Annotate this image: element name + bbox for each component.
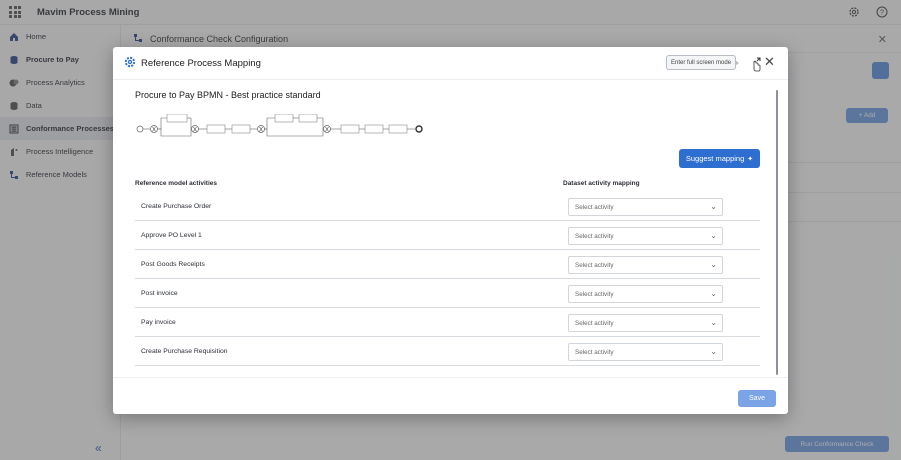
dialog-title: Reference Process Mapping (141, 57, 261, 69)
bpmn-diagram[interactable]: X X X X (135, 114, 435, 144)
chevron-down-icon: ⌄ (710, 231, 717, 240)
table-row: Approve PO Level 1 Select activity ⌄ (135, 221, 760, 250)
svg-text:X: X (152, 128, 156, 134)
svg-text:X: X (259, 128, 263, 134)
table-row: Create Purchase Requisition Select activ… (135, 337, 760, 366)
reference-activity: Create Purchase Order (141, 202, 212, 210)
select-value: Select activity (575, 348, 614, 356)
activity-select[interactable]: Select activity ⌄ (568, 343, 723, 361)
suggest-mapping-button[interactable]: Suggest mapping ✦ (679, 149, 760, 168)
reference-activity: Approve PO Level 1 (141, 231, 202, 239)
chevron-down-icon: ⌄ (710, 260, 717, 269)
column-header-dataset: Dataset activity mapping (563, 180, 640, 187)
activity-select[interactable]: Select activity ⌄ (568, 285, 723, 303)
table-row: Post Goods Receipts Select activity ⌄ (135, 250, 760, 279)
reference-activity: Create Purchase Requisition (141, 347, 228, 355)
select-value: Select activity (575, 261, 614, 269)
activity-select[interactable]: Select activity ⌄ (568, 198, 723, 216)
chevron-down-icon: ⌄ (710, 318, 717, 327)
scrollbar[interactable] (776, 90, 778, 375)
sparkle-icon: ✦ (747, 155, 754, 163)
activity-select[interactable]: Select activity ⌄ (568, 227, 723, 245)
close-icon[interactable]: ✕ (764, 55, 775, 69)
reference-process-mapping-dialog: Reference Process Mapping Enter full scr… (113, 47, 788, 414)
reference-activity: Pay invoice (141, 318, 176, 326)
mapping-table: Create Purchase Order Select activity ⌄ A… (135, 192, 760, 366)
suggest-mapping-label: Suggest mapping (685, 154, 745, 163)
dialog-body: Procure to Pay BPMN - Best practice stan… (135, 89, 761, 379)
select-value: Select activity (575, 290, 614, 298)
select-value: Select activity (575, 203, 614, 211)
gear-icon (124, 56, 136, 70)
reference-activity: Post Goods Receipts (141, 260, 205, 268)
table-row: Create Purchase Order Select activity ⌄ (135, 192, 760, 221)
table-row: Post invoice Select activity ⌄ (135, 279, 760, 308)
svg-text:X: X (325, 128, 329, 134)
table-row: Pay invoice Select activity ⌄ (135, 308, 760, 337)
activity-select[interactable]: Select activity ⌄ (568, 314, 723, 332)
chevron-down-icon: ⌄ (710, 347, 717, 356)
model-title: Procure to Pay BPMN - Best practice stan… (135, 90, 321, 100)
select-value: Select activity (575, 319, 614, 327)
dialog-footer: Save (113, 377, 788, 414)
reference-activity: Post invoice (141, 289, 178, 297)
save-button[interactable]: Save (738, 390, 776, 407)
svg-text:X: X (193, 128, 197, 134)
fullscreen-tooltip: Enter full screen mode (666, 55, 740, 70)
activity-select[interactable]: Select activity ⌄ (568, 256, 723, 274)
chevron-down-icon: ⌄ (710, 289, 717, 298)
fullscreen-icon[interactable] (750, 57, 763, 72)
chevron-down-icon: ⌄ (710, 202, 717, 211)
column-header-reference: Reference model activities (135, 180, 218, 187)
select-value: Select activity (575, 232, 614, 240)
